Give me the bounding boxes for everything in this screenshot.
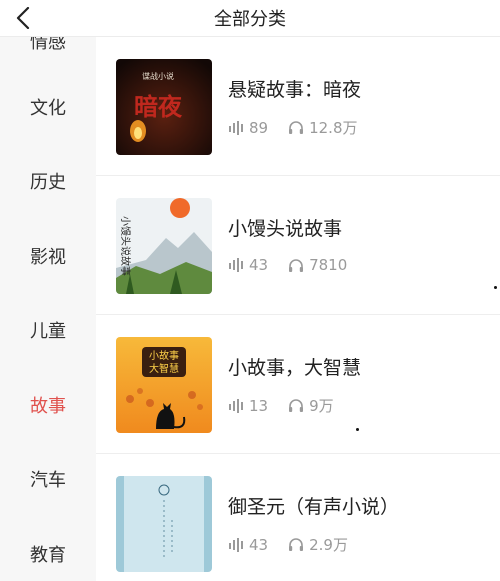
stray-dot <box>494 286 497 289</box>
album-cover[interactable]: 小馒头说故事 <box>116 198 212 294</box>
track-count-value: 43 <box>249 535 269 554</box>
album-row[interactable]: 小馒头说故事 小馒头说故事 43 7810 <box>96 176 500 315</box>
album-cover-art <box>116 476 212 572</box>
album-stats: 13 9万 <box>228 395 354 416</box>
track-count: 43 <box>228 536 268 554</box>
sidebar-item-label: 汽车 <box>30 470 66 491</box>
sound-bars-icon <box>229 398 243 413</box>
album-stats: 89 12.8万 <box>228 117 378 138</box>
play-count-value: 12.8万 <box>309 119 358 137</box>
play-count: 9万 <box>288 395 334 416</box>
album-title: 小馒头说故事 <box>228 218 343 240</box>
sidebar-item-culture[interactable]: 文化 <box>0 87 96 127</box>
sidebar-item-label: 文化 <box>30 98 66 119</box>
category-sidebar: 情感 文化 历史 影视 儿童 故事 汽车 教育 <box>0 37 96 581</box>
headphones-icon <box>289 538 304 551</box>
page-title: 全部分类 <box>214 9 286 30</box>
track-count: 89 <box>228 119 268 137</box>
sidebar-item-label: 教育 <box>30 545 66 566</box>
track-count: 43 <box>228 256 268 274</box>
cover-line1-text: 小故事 <box>149 349 179 362</box>
sidebar-item-label: 历史 <box>30 172 66 193</box>
cover-title-text: 小馒头说故事 <box>119 216 132 276</box>
sidebar-item-children[interactable]: 儿童 <box>0 310 96 350</box>
album-cover[interactable] <box>116 476 212 572</box>
back-button[interactable] <box>16 0 52 36</box>
headphones-icon <box>289 121 304 134</box>
play-count-value: 7810 <box>309 256 348 274</box>
sidebar-item-car[interactable]: 汽车 <box>0 459 96 499</box>
sidebar-item-story[interactable]: 故事 <box>0 385 96 425</box>
track-count-value: 13 <box>249 396 269 415</box>
top-bar: 全部分类 <box>0 0 500 37</box>
play-count-value: 2.9万 <box>309 536 348 554</box>
album-stats: 43 7810 <box>228 256 367 274</box>
chevron-left-icon <box>16 7 30 29</box>
sidebar-item-history[interactable]: 历史 <box>0 161 96 201</box>
track-count-value: 43 <box>249 256 269 274</box>
sound-bars-icon <box>229 258 243 272</box>
album-cover-art: 小故事 大智慧 <box>116 337 212 433</box>
track-count-value: 89 <box>249 118 269 137</box>
album-row[interactable]: 御圣元（有声小说） 43 2.9万 <box>96 454 500 581</box>
album-cover[interactable]: 谍战小说 暗夜 <box>116 59 212 155</box>
cover-tag-text: 谍战小说 <box>142 71 174 81</box>
play-count-value: 9万 <box>309 397 334 415</box>
play-count: 2.9万 <box>288 534 348 555</box>
sound-bars-icon <box>229 537 243 552</box>
sidebar-item-label: 情感 <box>30 37 66 53</box>
album-row[interactable]: 小故事 大智慧 小故事，大智慧 13 9万 <box>96 315 500 454</box>
play-count: 7810 <box>288 256 347 274</box>
album-list: 谍战小说 暗夜 悬疑故事：暗夜 89 12.8万 小馒头说故事 小馒头说故事 4… <box>96 37 500 581</box>
headphones-icon <box>289 258 304 272</box>
stray-dot <box>356 428 359 431</box>
album-cover-art: 小馒头说故事 <box>116 198 212 294</box>
sidebar-item-label: 儿童 <box>30 321 66 342</box>
sidebar-item-emotion[interactable]: 情感 <box>0 37 96 61</box>
cover-line2-text: 大智慧 <box>149 362 179 375</box>
album-title: 悬疑故事：暗夜 <box>228 79 362 101</box>
album-title: 小故事，大智慧 <box>228 357 362 379</box>
album-row[interactable]: 谍战小说 暗夜 悬疑故事：暗夜 89 12.8万 <box>96 37 500 176</box>
track-count: 13 <box>228 397 268 415</box>
album-cover-art: 谍战小说 暗夜 <box>116 59 212 155</box>
headphones-icon <box>289 399 304 412</box>
sidebar-item-education[interactable]: 教育 <box>0 534 96 574</box>
album-title: 御圣元（有声小说） <box>228 496 400 518</box>
sidebar-item-label: 影视 <box>30 247 66 268</box>
album-stats: 43 2.9万 <box>228 534 368 555</box>
cover-title-text: 暗夜 <box>134 92 183 121</box>
album-cover[interactable]: 小故事 大智慧 <box>116 337 212 433</box>
sidebar-item-film[interactable]: 影视 <box>0 236 96 276</box>
sound-bars-icon <box>229 120 243 135</box>
play-count: 12.8万 <box>288 117 358 138</box>
sidebar-item-label: 故事 <box>30 396 66 417</box>
